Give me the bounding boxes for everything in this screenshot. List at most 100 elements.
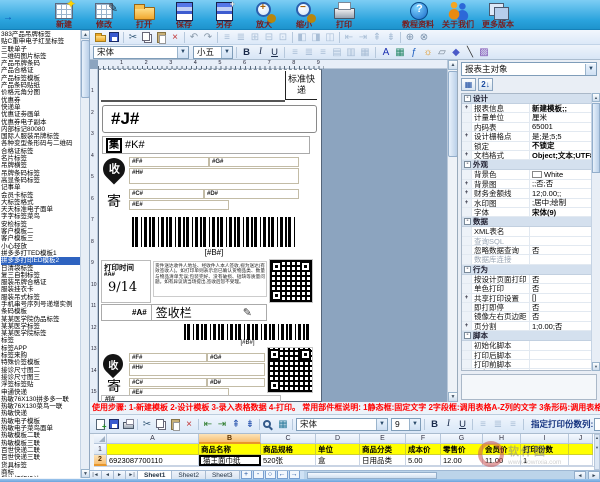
template-item[interactable]: 某某医学院伪品标签: [1, 316, 80, 323]
property-row[interactable]: 打印页脚本: [462, 369, 597, 371]
sheet-save-icon[interactable]: [107, 418, 121, 431]
print-copies-select[interactable]: ▼: [594, 418, 600, 431]
underline-button[interactable]: U: [268, 46, 281, 59]
font-family-select[interactable]: 宋体 ▼: [93, 46, 189, 59]
delete-icon[interactable]: ×: [168, 31, 182, 44]
field-h[interactable]: #H#: [129, 363, 265, 376]
align-center-icon[interactable]: ≣: [234, 31, 248, 44]
barcode[interactable]: [184, 324, 311, 340]
tab-nav-button[interactable]: ►: [114, 471, 126, 479]
sheet-new-icon[interactable]: [93, 418, 107, 431]
settings-icon[interactable]: ☼: [421, 46, 435, 59]
scroll-up-icon[interactable]: ▲: [448, 60, 457, 70]
align-center-icon[interactable]: ≣: [302, 46, 316, 59]
copy-icon[interactable]: [140, 31, 154, 44]
table-cell[interactable]: 11.00: [483, 455, 521, 466]
table-mode-icon[interactable]: ▦: [276, 418, 290, 431]
template-item[interactable]: 贴C重申电子红显标签: [1, 38, 80, 45]
sheet-action-button[interactable]: →: [289, 471, 300, 479]
scrollbar-thumb[interactable]: [307, 472, 437, 479]
template-item[interactable]: 餐注打印设计: [1, 476, 80, 477]
toolbar-overflow-arrow-icon[interactable]: →: [3, 12, 13, 23]
sheet-tab[interactable]: Sheet3: [206, 471, 240, 479]
valign-mid-icon[interactable]: ▥: [344, 46, 358, 59]
template-item[interactable]: 优惠券: [1, 97, 80, 104]
sheet-font-select[interactable]: 宋体 ▼: [296, 418, 388, 431]
property-row[interactable]: 初始化脚本: [462, 341, 597, 350]
save-button[interactable]: 保存: [164, 0, 204, 29]
tutorial-button[interactable]: 教程资料: [398, 0, 438, 29]
dist-up-icon[interactable]: ⇞: [370, 31, 384, 44]
template-item[interactable]: 标签APP: [1, 345, 80, 352]
row-header[interactable]: 1: [94, 444, 107, 455]
italic-button[interactable]: I: [442, 418, 455, 431]
object-selector[interactable]: 报表主对象 ▼: [461, 62, 597, 76]
find-icon[interactable]: [262, 418, 276, 431]
table-cell[interactable]: 零售价: [441, 444, 483, 455]
field-j-box[interactable]: #J#: [102, 105, 317, 133]
cut-icon[interactable]: ✂: [126, 31, 140, 44]
table-cell[interactable]: [569, 455, 593, 466]
signature-row[interactable]: #A# 签收栏 ✎: [101, 304, 267, 321]
grid-icon[interactable]: ⊡: [276, 31, 290, 44]
scroll-up-icon[interactable]: ▲: [81, 30, 90, 39]
property-group-header[interactable]: -脚本: [462, 331, 597, 341]
sheet-font-size-select[interactable]: 9 ▼: [391, 418, 421, 431]
scroll-down-icon[interactable]: ▼: [81, 469, 90, 478]
template-item[interactable]: 热敏模板三联: [1, 440, 80, 447]
merge-cells-icon[interactable]: ⊟: [262, 31, 276, 44]
table-cell[interactable]: 1: [521, 455, 569, 466]
bold-button[interactable]: B: [428, 418, 441, 431]
table-cell[interactable]: 520张: [261, 455, 316, 466]
label-page[interactable]: 标准快递 #J# 集 #K# 收 #F# #G# #H# 寄 #C# #D# #…: [98, 69, 322, 402]
template-item[interactable]: 百世快递三联: [1, 454, 80, 461]
template-item[interactable]: 服装挂衣卡: [1, 286, 80, 293]
property-row[interactable]: +背景图;;否;否: [462, 180, 597, 189]
column-header[interactable]: C: [261, 434, 316, 444]
zoom-in-button[interactable]: 放大: [244, 0, 284, 29]
template-item[interactable]: 产品标签模板: [1, 75, 80, 82]
formula-icon[interactable]: ƒ: [407, 46, 421, 59]
font-size-select[interactable]: 小五 ▼: [193, 46, 233, 59]
font-color-icon[interactable]: A: [379, 46, 393, 59]
template-item[interactable]: 优惠证劵画单: [1, 111, 80, 118]
align-right-icon[interactable]: ≡: [316, 46, 330, 59]
align-left-icon[interactable]: ≡: [220, 31, 234, 44]
tab-nav-button[interactable]: ◄: [102, 471, 114, 479]
sender-char[interactable]: 寄: [107, 191, 121, 211]
open-button[interactable]: 打开: [124, 0, 164, 29]
valign-bottom-icon[interactable]: ▦: [358, 46, 372, 59]
template-item[interactable]: 日清袋标签: [1, 265, 80, 272]
property-row[interactable]: 打印前脚本: [462, 360, 597, 369]
modify-button[interactable]: 修改: [84, 0, 124, 29]
valign-top-icon[interactable]: ▤: [330, 46, 344, 59]
align-table-icon[interactable]: ⊞: [248, 31, 262, 44]
sheet-print-icon[interactable]: [121, 418, 135, 431]
tab-nav-button[interactable]: |◄: [90, 471, 102, 479]
qr-code[interactable]: [267, 347, 313, 393]
template-item[interactable]: 安检标签: [1, 221, 80, 228]
sheet-tab[interactable]: Sheet2: [172, 471, 206, 479]
field-f[interactable]: #F#: [129, 353, 207, 362]
qr-code[interactable]: [269, 259, 313, 303]
ungroup-icon[interactable]: ⊗: [417, 31, 431, 44]
shape-icon[interactable]: ▱: [435, 46, 449, 59]
bold-button[interactable]: B: [240, 46, 253, 59]
template-item[interactable]: 吊牌横签: [1, 162, 80, 169]
sender-char[interactable]: 寄: [107, 376, 121, 396]
scroll-up-icon[interactable]: ▲: [592, 93, 600, 102]
template-item[interactable]: 接诊尺寸图二: [1, 367, 80, 374]
express-type-box[interactable]: 标准快递: [285, 71, 317, 100]
column-header[interactable]: A: [107, 434, 199, 444]
save-as-button[interactable]: 另存: [204, 0, 244, 29]
select-all-corner[interactable]: [94, 434, 107, 444]
properties-scrollbar[interactable]: ▲ ▼: [591, 93, 600, 371]
insert-col-right-icon[interactable]: ⇥: [215, 418, 229, 431]
print-button[interactable]: 打印: [324, 0, 364, 29]
template-item[interactable]: 浮签标签贴: [1, 381, 80, 388]
sheet-action-button[interactable]: -: [253, 471, 264, 479]
template-item[interactable]: 商标: [1, 469, 80, 476]
align-left-icon[interactable]: ≡: [288, 46, 302, 59]
template-item[interactable]: 货具标签: [1, 462, 80, 469]
chevron-down-icon[interactable]: ▼: [177, 47, 188, 58]
